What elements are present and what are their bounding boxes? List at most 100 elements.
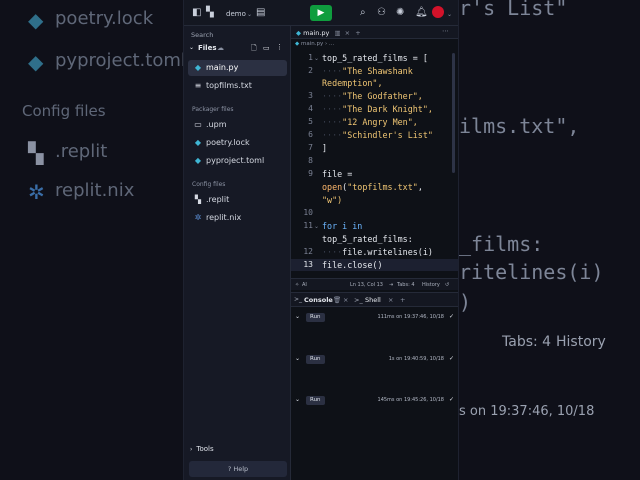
bg-code: ): [459, 290, 472, 314]
terminal-icon: >_: [354, 296, 363, 304]
files-label: Files: [198, 44, 217, 52]
editor-tab-bar: ◆ main.py ▥ × + ⋯: [291, 26, 458, 39]
file-item-replit-nix[interactable]: ✲ replit.nix: [188, 210, 287, 226]
python-icon: ◆: [194, 138, 202, 147]
invite-icon[interactable]: ⚇: [377, 6, 386, 20]
close-icon[interactable]: ×: [345, 29, 350, 37]
file-item-replit[interactable]: ▚ .replit: [188, 192, 287, 208]
new-file-icon[interactable]: 🗋︎: [251, 44, 257, 55]
text-file-icon: ≡: [194, 81, 202, 90]
bg-item: Config files: [22, 102, 106, 120]
fold-icon[interactable]: ⌄: [314, 223, 319, 230]
code-line: ····"Schindler's List": [322, 130, 433, 140]
tools-label: Tools: [196, 445, 214, 453]
code-line: ····file.writelines(i): [322, 247, 433, 257]
python-icon: ◆: [296, 29, 301, 37]
play-icon: ▶: [317, 8, 325, 18]
chevron-down-icon[interactable]: ⌄: [189, 44, 194, 51]
split-icon[interactable]: ▥: [334, 29, 340, 37]
tab-label: main.py: [303, 29, 330, 37]
file-item-pyproject[interactable]: ◆ pyproject.toml: [188, 153, 287, 169]
search-icon[interactable]: ⌕: [360, 6, 366, 20]
bg-replit-icon: ▚: [28, 141, 44, 165]
file-item-topfilms[interactable]: ≡ topfilms.txt: [188, 78, 287, 94]
file-item-upm[interactable]: ▭ .upm: [188, 117, 287, 133]
avatar[interactable]: [432, 6, 444, 18]
ai-icon[interactable]: ✧: [295, 279, 299, 291]
run-label: Run: [306, 313, 325, 322]
bg-python-icon: ◆: [28, 8, 44, 32]
file-label: .replit: [206, 195, 230, 204]
file-item-main-py[interactable]: ◆ main.py: [188, 60, 287, 76]
more-options-icon[interactable]: ⋮: [276, 43, 283, 51]
code-editor[interactable]: ◆ main.py ▥ × + ⋯ ◆ main.py › … 1 ⌄ top_…: [291, 26, 458, 291]
line-number: 6: [308, 130, 313, 139]
ai-label[interactable]: AI: [302, 279, 307, 291]
indent-icon: ⇥: [389, 282, 394, 288]
close-icon[interactable]: ×: [388, 293, 393, 307]
file-label: topfilms.txt: [206, 81, 252, 90]
run-button[interactable]: ▶: [310, 5, 332, 21]
run-label: Run: [306, 396, 325, 405]
packager-files-label: Packager files: [192, 106, 234, 113]
tabs-setting[interactable]: Tabs: 4: [397, 279, 415, 291]
layout-icon[interactable]: ▤: [256, 6, 265, 20]
replit-icon: ▚: [194, 195, 202, 204]
file-label: .upm: [206, 120, 227, 129]
chevron-down-icon[interactable]: ⌄: [295, 353, 300, 365]
bg-item: pyproject.toml: [55, 50, 186, 71]
add-tab-icon[interactable]: +: [355, 29, 360, 37]
breadcrumb-file[interactable]: main.py: [301, 41, 323, 47]
run-label: Run: [306, 355, 325, 364]
replit-logo-icon[interactable]: ▚: [206, 6, 214, 20]
code-line: ]: [322, 143, 328, 153]
python-icon: ◆: [194, 156, 202, 165]
history-label[interactable]: History: [422, 279, 440, 291]
editor-scrollbar[interactable]: [452, 53, 455, 173]
chevron-down-icon[interactable]: ⌄: [247, 8, 252, 22]
bell-icon[interactable]: 🔔︎: [415, 6, 428, 20]
tab-shell[interactable]: Shell: [365, 293, 381, 307]
run-entry[interactable]: ⌄ Run 145ms on 19:45:26, 10/18 ✓: [291, 394, 458, 406]
help-button[interactable]: ? Help: [189, 461, 287, 477]
cursor-position[interactable]: Ln 13, Col 13: [350, 279, 383, 291]
line-number: 5: [308, 117, 313, 126]
top-bar: ◧ ▚ demo ⌄ ▤ ▶ ⌕ ⚇ ✺ 🔔︎ ⌄: [184, 0, 458, 26]
run-entry[interactable]: ⌄ Run 1s on 19:40:59, 10/18 ✓: [291, 353, 458, 365]
chevron-down-icon[interactable]: ⌄: [295, 311, 300, 323]
file-item-poetry-lock[interactable]: ◆ poetry.lock: [188, 135, 287, 151]
tab-console[interactable]: Console: [304, 293, 333, 307]
check-icon: ✓: [448, 396, 454, 403]
bg-console: s on 19:37:46, 10/18: [459, 404, 595, 419]
breadcrumb: ◆ main.py › …: [295, 41, 335, 47]
new-folder-icon[interactable]: ▭: [263, 44, 270, 52]
deploy-icon[interactable]: ✺: [396, 6, 404, 20]
more-options-icon[interactable]: ⋯: [442, 27, 449, 35]
run-meta: 111ms on 19:37:46, 10/18: [377, 314, 444, 320]
trash-icon[interactable]: 🗑︎: [333, 293, 341, 307]
fold-icon[interactable]: ⌄: [314, 55, 319, 62]
code-line: top_5_rated_films:: [322, 234, 413, 244]
bg-code: ilms.txt",: [459, 114, 580, 138]
chevron-down-icon[interactable]: ⌄: [295, 394, 300, 406]
code-line: ····"The Godfather",: [322, 91, 423, 101]
bg-code: r's List": [459, 0, 568, 20]
tools-section[interactable]: › Tools: [190, 445, 214, 453]
tab-main-py[interactable]: ◆ main.py ▥ × +: [293, 27, 364, 39]
code-line: open("topfilms.txt",: [322, 182, 423, 192]
sidebar-toggle-icon[interactable]: ◧: [192, 6, 201, 20]
repl-name[interactable]: demo: [226, 7, 246, 21]
history-icon[interactable]: ↺: [445, 279, 449, 291]
line-number: 12: [303, 247, 313, 256]
close-icon[interactable]: ×: [343, 293, 348, 307]
nix-icon: ✲: [194, 213, 202, 222]
bg-item: replit.nix: [55, 180, 135, 201]
add-tab-icon[interactable]: +: [400, 293, 405, 307]
chevron-down-icon[interactable]: ⌄: [447, 8, 452, 22]
search-input[interactable]: Search: [188, 29, 287, 42]
line-number: 11: [303, 221, 313, 230]
run-entry[interactable]: ⌄ Run 111ms on 19:37:46, 10/18 ✓: [291, 311, 458, 323]
bg-item: .replit: [55, 141, 108, 162]
bg-item: poetry.lock: [55, 8, 154, 29]
file-label: main.py: [206, 63, 239, 72]
